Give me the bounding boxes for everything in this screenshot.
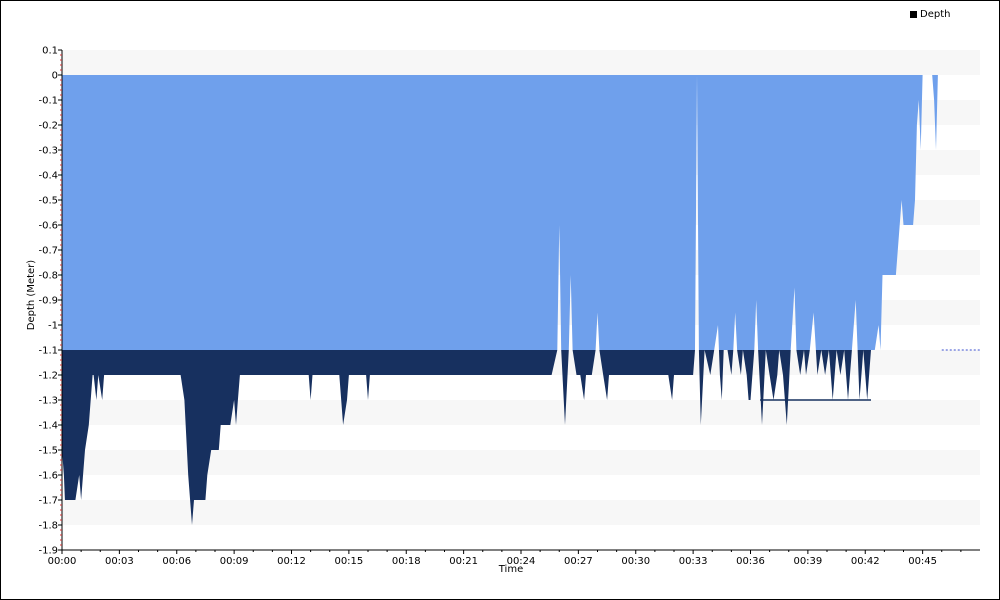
- x-axis-title: Time: [498, 564, 523, 575]
- x-tick-label: 00:42: [851, 556, 880, 567]
- x-tick-label: 00:15: [334, 556, 363, 567]
- x-tick-label: 00:12: [277, 556, 306, 567]
- y-tick-label: -0.6: [38, 221, 58, 232]
- x-tick-label: 00:21: [449, 556, 478, 567]
- y-tick-label: -0.5: [38, 196, 58, 207]
- x-tick-label: 00:45: [908, 556, 937, 567]
- y-tick-label: -0.4: [38, 171, 58, 182]
- y-tick-label: -0.7: [38, 246, 58, 257]
- y-axis: 0.1 0 -0.1 -0.2 -0.3 -0.4 -0.5 -0.6 -0.7 -0.8 -0.9…: [38, 46, 63, 557]
- x-tick-label: 00:33: [679, 556, 708, 567]
- y-tick-label: 0.1: [42, 46, 58, 57]
- y-tick-label: -1.1: [38, 346, 58, 357]
- x-tick-label: 00:27: [564, 556, 593, 567]
- x-tick-label: 00:30: [621, 556, 650, 567]
- y-tick-label: -1.9: [38, 546, 58, 557]
- x-tick-label: 00:09: [220, 556, 249, 567]
- y-tick-label: -0.1: [38, 96, 58, 107]
- y-tick-label: -1.6: [38, 471, 58, 482]
- depth-chart: 0.1 0 -0.1 -0.2 -0.3 -0.4 -0.5 -0.6 -0.7 -0.8 -0.9…: [26, 46, 980, 575]
- y-tick-label: -1.7: [38, 496, 58, 507]
- y-tick-label: -0.8: [38, 271, 58, 282]
- y-tick-label: -0.9: [38, 296, 58, 307]
- y-tick-label: -1.8: [38, 521, 58, 532]
- x-tick-label: 00:39: [793, 556, 822, 567]
- y-tick-label: -1.3: [38, 396, 58, 407]
- y-tick-label: -1.5: [38, 446, 58, 457]
- x-tick-label: 00:03: [105, 556, 134, 567]
- y-tick-label: 0: [52, 71, 58, 82]
- x-tick-label: 00:06: [162, 556, 191, 567]
- y-tick-label: -0.2: [38, 121, 58, 132]
- y-tick-label: -1: [48, 321, 58, 332]
- x-tick-label: 00:36: [736, 556, 765, 567]
- y-tick-label: -1.4: [38, 421, 58, 432]
- x-tick-label: 00:18: [392, 556, 421, 567]
- y-tick-label: -0.3: [38, 146, 58, 157]
- grid-band: [62, 500, 980, 525]
- y-axis-title: Depth (Meter): [26, 260, 37, 331]
- y-tick-label: -1.2: [38, 371, 58, 382]
- x-tick-label: 00:00: [48, 556, 77, 567]
- grid-band: [62, 50, 980, 75]
